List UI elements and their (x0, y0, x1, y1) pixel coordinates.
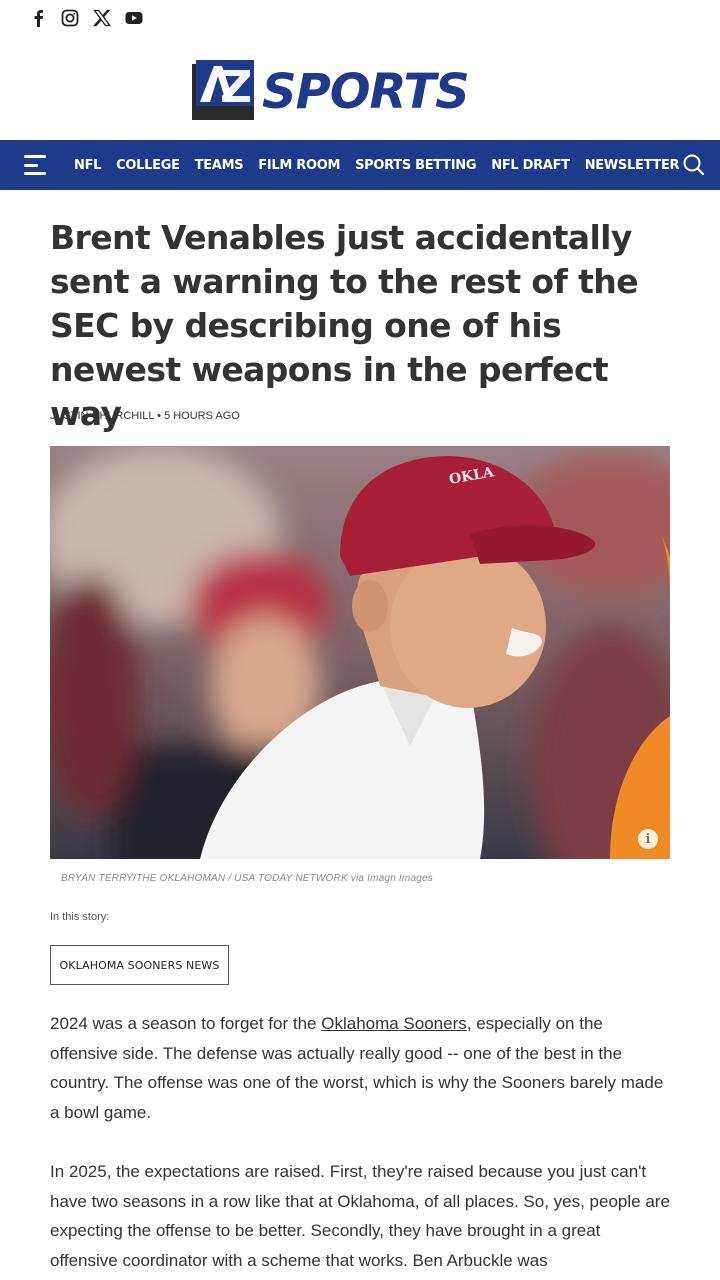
article-byline: JUSTIN CHURCHILL • 5 HOURS AGO (50, 410, 240, 422)
facebook-icon[interactable] (28, 8, 48, 28)
oklahoma-sooners-link[interactable]: Oklahoma Sooners (321, 1014, 467, 1033)
nav-items: NFL COLLEGE TEAMS FILM ROOM SPORTS BETTI… (74, 158, 694, 173)
search-icon[interactable] (682, 153, 706, 177)
logo-wordmark: SPORTS (262, 64, 469, 120)
site-logo[interactable]: SPORTS (0, 58, 720, 122)
nav-item-nfl-draft[interactable]: NFL DRAFT (491, 158, 570, 173)
social-bar (28, 8, 144, 28)
article-paragraph-1: 2024 was a season to forget for the Okla… (50, 1009, 670, 1127)
image-caption: BRYAN TERRY/THE OKLAHOMAN / USA TODAY NE… (61, 873, 433, 884)
nav-item-teams[interactable]: TEAMS (195, 158, 244, 173)
article-paragraph-2: In 2025, the expectations are raised. Fi… (50, 1162, 670, 1270)
info-icon[interactable]: i (638, 829, 658, 849)
nav-item-film-room[interactable]: FILM ROOM (258, 158, 340, 173)
instagram-icon[interactable] (60, 8, 80, 28)
youtube-icon[interactable] (124, 8, 144, 28)
menu-icon[interactable] (24, 155, 50, 175)
p1-text-start: 2024 was a season to forget for the (50, 1014, 322, 1033)
nav-item-newsletter[interactable]: NEWSLETTER (585, 158, 680, 173)
article-headline: Brent Venables just accidentally sent a … (50, 218, 639, 433)
tag-oklahoma-sooners-news[interactable]: OKLAHOMA SOONERS NEWS (50, 945, 229, 985)
in-this-story-label: In this story: (50, 911, 110, 923)
hero-image: OKLA i (50, 446, 670, 859)
main-navigation: NFL COLLEGE TEAMS FILM ROOM SPORTS BETTI… (0, 140, 720, 190)
nav-item-college[interactable]: COLLEGE (116, 158, 180, 173)
nav-item-nfl[interactable]: NFL (74, 158, 101, 173)
x-icon[interactable] (92, 8, 112, 28)
nav-item-sports-betting[interactable]: SPORTS BETTING (355, 158, 476, 173)
